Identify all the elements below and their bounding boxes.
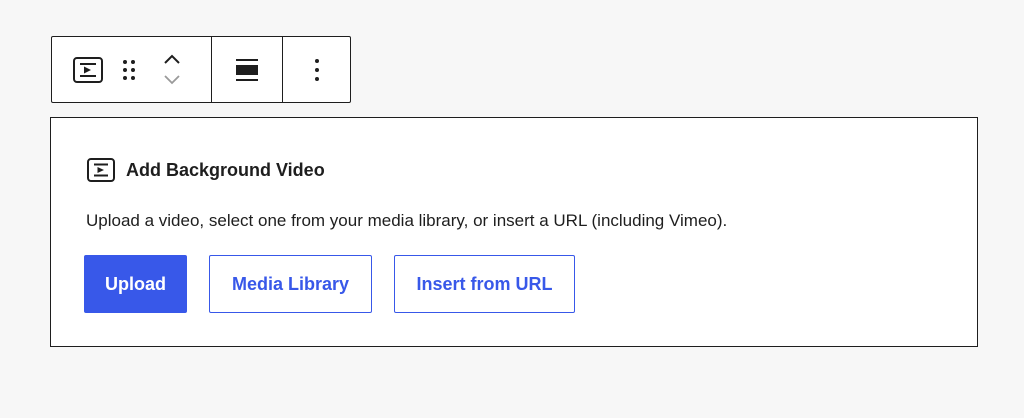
block-type-button[interactable] — [72, 54, 104, 86]
video-icon — [73, 56, 103, 83]
drag-handle-button[interactable] — [118, 54, 140, 86]
align-full-width-icon — [236, 58, 258, 81]
video-icon — [86, 157, 116, 183]
more-vertical-icon — [314, 58, 319, 81]
move-down-button[interactable] — [160, 70, 184, 90]
align-button[interactable] — [233, 56, 261, 84]
block-toolbar — [51, 36, 351, 103]
placeholder-instructions: Upload a video, select one from your med… — [86, 211, 728, 230]
chevron-up-icon — [164, 54, 180, 64]
placeholder-title: Add Background Video — [126, 160, 325, 180]
move-up-button[interactable] — [160, 50, 184, 70]
media-library-button[interactable]: Media Library — [209, 255, 372, 313]
placeholder-actions: Upload Media Library Insert from URL — [84, 255, 575, 313]
drag-handle-icon — [123, 59, 135, 80]
placeholder-header: Add Background Video — [86, 157, 325, 183]
insert-from-url-button[interactable]: Insert from URL — [394, 255, 575, 313]
background-video-placeholder: Add Background Video Upload a video, sel… — [50, 117, 978, 347]
options-button[interactable] — [311, 56, 323, 84]
block-mover — [160, 50, 184, 90]
chevron-down-icon — [164, 74, 180, 84]
toolbar-block-group — [52, 37, 211, 102]
upload-button[interactable]: Upload — [84, 255, 187, 313]
toolbar-options-group — [282, 37, 350, 102]
toolbar-align-group — [211, 37, 282, 102]
